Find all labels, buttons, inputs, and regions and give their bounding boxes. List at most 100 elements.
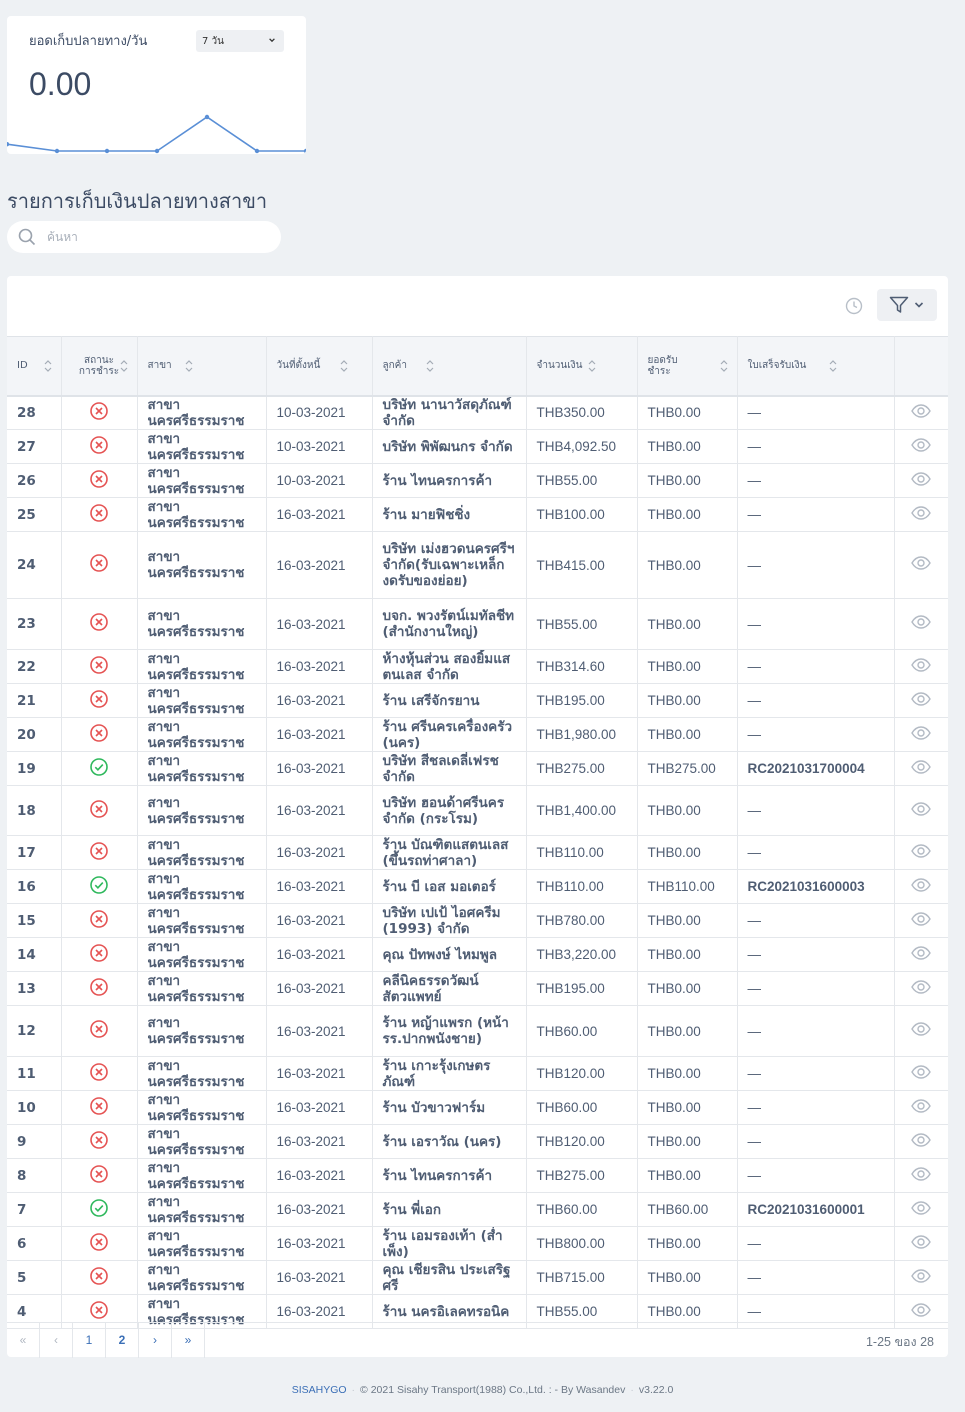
table-row[interactable]: 11 สาขา นครศรีธรรมราช 16-03-2021 ร้าน เกาะร… bbox=[7, 1056, 948, 1091]
row-branch[interactable]: สาขา นครศรีธรรมราช bbox=[137, 1090, 267, 1125]
col-header-branch[interactable]: สาขา bbox=[137, 336, 267, 397]
row-receipt[interactable]: RC2021031700004 bbox=[737, 751, 895, 786]
row-branch[interactable]: สาขา นครศรีธรรมราช bbox=[137, 598, 267, 650]
row-receipt[interactable]: RC2021031600001 bbox=[737, 1192, 895, 1227]
row-customer[interactable]: บริษัท ฮอนด้าศรีนคร จำกัด (กระโรม) bbox=[372, 785, 527, 836]
table-row[interactable]: 27 สาขา นครศรีธรรมราช 10-03-2021 บริษัท พิพ… bbox=[7, 429, 948, 464]
row-branch[interactable]: สาขา นครศรีธรรมราช bbox=[137, 1005, 267, 1057]
row-customer[interactable]: ห้างหุ้นส่วน สองยิ้มแสตนเลส จำกัด bbox=[372, 649, 527, 684]
search-input[interactable] bbox=[47, 228, 267, 246]
row-customer[interactable]: ร้าน ไทนครการค้า bbox=[372, 1158, 527, 1193]
table-row[interactable]: 13 สาขา นครศรีธรรมราช 16-03-2021 คลีนิคธรรด… bbox=[7, 971, 948, 1006]
row-customer[interactable]: ร้าน พี่เอก bbox=[372, 1192, 527, 1227]
view-button[interactable] bbox=[894, 1158, 948, 1193]
table-row[interactable]: 21 สาขา นครศรีธรรมราช 16-03-2021 ร้าน เสรีจ… bbox=[7, 683, 948, 718]
view-button[interactable] bbox=[894, 903, 948, 938]
page-next-button[interactable]: › bbox=[139, 1323, 172, 1358]
view-button[interactable] bbox=[894, 937, 948, 972]
table-row[interactable]: 28 สาขา นครศรีธรรมราช 10-03-2021 บริษัท นาน… bbox=[7, 395, 948, 430]
row-customer[interactable]: ร้าน มายฟิชชิ่ง bbox=[372, 497, 527, 532]
row-id[interactable]: 23 bbox=[7, 598, 62, 650]
clock-icon[interactable] bbox=[845, 297, 863, 315]
view-button[interactable] bbox=[894, 649, 948, 684]
view-button[interactable] bbox=[894, 1226, 948, 1261]
table-row[interactable]: 26 สาขา นครศรีธรรมราช 10-03-2021 ร้าน ไทนคร… bbox=[7, 463, 948, 498]
view-button[interactable] bbox=[894, 835, 948, 870]
row-id[interactable]: 19 bbox=[7, 751, 62, 786]
page-last-button[interactable]: » bbox=[172, 1323, 205, 1358]
view-button[interactable] bbox=[894, 1090, 948, 1125]
row-branch[interactable]: สาขา นครศรีธรรมราช bbox=[137, 1158, 267, 1193]
view-button[interactable] bbox=[894, 785, 948, 836]
row-customer[interactable]: คุณ เชียรสิน ประเสริฐศรี bbox=[372, 1260, 527, 1295]
row-branch[interactable]: สาขา นครศรีธรรมราช bbox=[137, 835, 267, 870]
row-branch[interactable]: สาขา นครศรีธรรมราช bbox=[137, 1226, 267, 1261]
row-id[interactable]: 26 bbox=[7, 463, 62, 498]
table-row[interactable]: 23 สาขา นครศรีธรรมราช 16-03-2021 บจก. พวงรั… bbox=[7, 598, 948, 650]
period-select[interactable]: 7 วัน bbox=[196, 30, 284, 52]
row-customer[interactable]: ร้าน บี เอส มอเตอร์ bbox=[372, 869, 527, 904]
table-row[interactable]: 15 สาขา นครศรีธรรมราช 16-03-2021 บริษัท เปเ… bbox=[7, 903, 948, 938]
row-branch[interactable]: สาขา นครศรีธรรมราช bbox=[137, 683, 267, 718]
row-customer[interactable]: ร้าน ไทนครการค้า bbox=[372, 463, 527, 498]
row-customer[interactable]: บจก. พวงรัตน์เมทัลชีท (สำนักงานใหญ่) bbox=[372, 598, 527, 650]
row-branch[interactable]: สาขา นครศรีธรรมราช bbox=[137, 463, 267, 498]
row-id[interactable]: 28 bbox=[7, 395, 62, 430]
filter-button[interactable] bbox=[877, 289, 937, 321]
row-receipt[interactable]: RC2021031600003 bbox=[737, 869, 895, 904]
row-id[interactable]: 6 bbox=[7, 1226, 62, 1261]
row-id[interactable]: 7 bbox=[7, 1192, 62, 1227]
view-button[interactable] bbox=[894, 395, 948, 430]
table-row[interactable]: 14 สาขา นครศรีธรรมราช 16-03-2021 คุณ ปัทพงษ… bbox=[7, 937, 948, 972]
row-customer[interactable]: บริษัท เปเป้ ไอศครีม (1993) จำกัด bbox=[372, 903, 527, 938]
view-button[interactable] bbox=[894, 497, 948, 532]
row-id[interactable]: 14 bbox=[7, 937, 62, 972]
row-branch[interactable]: สาขา นครศรีธรรมราช bbox=[137, 971, 267, 1006]
table-row[interactable]: 12 สาขา นครศรีธรรมราช 16-03-2021 ร้าน หญ้าแ… bbox=[7, 1005, 948, 1057]
row-customer[interactable]: บริษัท นานาวัสดุภัณฑ์ จำกัด bbox=[372, 395, 527, 430]
col-header-receipt[interactable]: ใบเสร็จรับเงิน bbox=[737, 336, 895, 397]
row-branch[interactable]: สาขา นครศรีธรรมราช bbox=[137, 903, 267, 938]
col-header-id[interactable]: ID bbox=[7, 336, 62, 397]
row-customer[interactable]: คลีนิคธรรดวัฒน์สัตวแพทย์ bbox=[372, 971, 527, 1006]
row-id[interactable]: 18 bbox=[7, 785, 62, 836]
row-id[interactable]: 17 bbox=[7, 835, 62, 870]
table-row[interactable]: 9 สาขา นครศรีธรรมราช 16-03-2021 ร้าน เอราวั… bbox=[7, 1124, 948, 1159]
col-header-date[interactable]: วันที่ตั้งหนี้ bbox=[266, 336, 373, 397]
row-customer[interactable]: บริษัท เม่งฮวดนครศรีฯจำกัด(รับเฉพาะเหล็ก… bbox=[372, 531, 527, 599]
row-customer[interactable]: ร้าน บัวขาวฟาร์ม bbox=[372, 1090, 527, 1125]
row-customer[interactable]: ร้าน เสรีจักรยาน bbox=[372, 683, 527, 718]
row-branch[interactable]: สาขา นครศรีธรรมราช bbox=[137, 1192, 267, 1227]
row-id[interactable]: 20 bbox=[7, 717, 62, 752]
row-branch[interactable]: สาขา นครศรีธรรมราช bbox=[137, 1124, 267, 1159]
row-customer[interactable]: ร้าน ศรีนครเครื่องครัว (นคร) bbox=[372, 717, 527, 752]
view-button[interactable] bbox=[894, 463, 948, 498]
view-button[interactable] bbox=[894, 1192, 948, 1227]
row-id[interactable]: 5 bbox=[7, 1260, 62, 1295]
table-row[interactable]: 18 สาขา นครศรีธรรมราช 16-03-2021 บริษัท ฮอน… bbox=[7, 785, 948, 836]
table-row[interactable]: 22 สาขา นครศรีธรรมราช 16-03-2021 ห้างหุ้นส่… bbox=[7, 649, 948, 684]
view-button[interactable] bbox=[894, 751, 948, 786]
view-button[interactable] bbox=[894, 1056, 948, 1091]
table-row[interactable]: 16 สาขา นครศรีธรรมราช 16-03-2021 ร้าน บี เอ… bbox=[7, 869, 948, 904]
row-customer[interactable]: ร้าน บัณฑิตแสตนเลส (ขึ้นรถท่าศาลา) bbox=[372, 835, 527, 870]
view-button[interactable] bbox=[894, 429, 948, 464]
view-button[interactable] bbox=[894, 1124, 948, 1159]
table-row[interactable]: 19 สาขา นครศรีธรรมราช 16-03-2021 บริษัท สีช… bbox=[7, 751, 948, 786]
row-id[interactable]: 16 bbox=[7, 869, 62, 904]
col-header-status[interactable]: สถานะการชำระ bbox=[61, 336, 138, 397]
row-customer[interactable]: คุณ ปัทพงษ์ ไหมพูล bbox=[372, 937, 527, 972]
row-id[interactable]: 27 bbox=[7, 429, 62, 464]
col-header-paid[interactable]: ยอดรับชำระ bbox=[637, 336, 738, 397]
row-branch[interactable]: สาขา นครศรีธรรมราช bbox=[137, 937, 267, 972]
view-button[interactable] bbox=[894, 1005, 948, 1057]
page-2-button[interactable]: 2 bbox=[106, 1323, 139, 1358]
row-customer[interactable]: ร้าน หญ้าแพรก (หน้า รร.ปากพนังชาย) bbox=[372, 1005, 527, 1057]
table-row[interactable]: 8 สาขา นครศรีธรรมราช 16-03-2021 ร้าน ไทนครก… bbox=[7, 1158, 948, 1193]
footer-brand-link[interactable]: SISAHYGO bbox=[292, 1384, 347, 1396]
row-branch[interactable]: สาขา นครศรีธรรมราช bbox=[137, 785, 267, 836]
row-customer[interactable]: ร้าน เอมรองเท้า (ส่ำเพ็ง) bbox=[372, 1226, 527, 1261]
page-prev-button[interactable]: ‹ bbox=[40, 1323, 73, 1358]
row-customer[interactable]: ร้าน เอราวัณ (นคร) bbox=[372, 1124, 527, 1159]
table-row[interactable]: 10 สาขา นครศรีธรรมราช 16-03-2021 ร้าน บัวขา… bbox=[7, 1090, 948, 1125]
